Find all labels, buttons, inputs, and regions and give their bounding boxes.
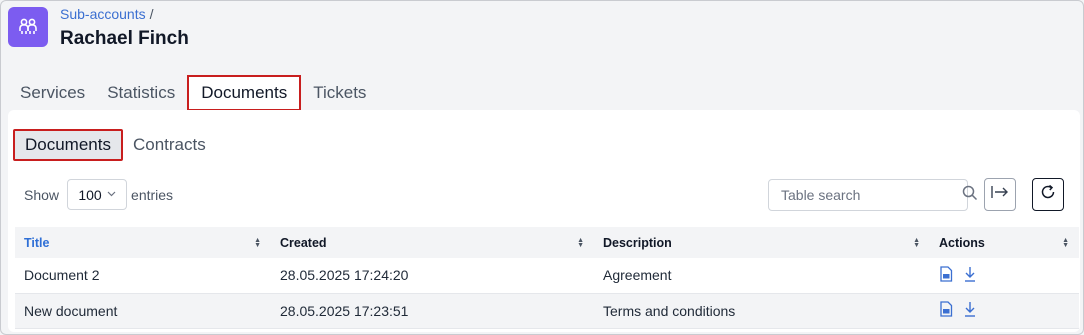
column-header-title-label: Title xyxy=(24,235,50,250)
cell-description: Terms and conditions xyxy=(603,302,736,319)
window: Sub-accounts / Rachael Finch Services Sta… xyxy=(0,0,1084,335)
breadcrumb-separator: / xyxy=(149,6,154,22)
page-title: Rachael Finch xyxy=(60,28,189,49)
table-header-row: Title ▲ ▼ Created ▲ ▼ Description ▲ ▼ Actio… xyxy=(15,227,1079,258)
documents-table: Title ▲ ▼ Created ▲ ▼ Description ▲ ▼ Actio… xyxy=(15,227,1079,329)
column-header-description[interactable]: Description ▲ ▼ xyxy=(594,227,930,258)
column-header-actions[interactable]: Actions ▲ ▼ xyxy=(930,227,1079,258)
breadcrumb: Sub-accounts / xyxy=(60,6,189,22)
cell-description: Agreement xyxy=(603,267,672,284)
download-icon[interactable] xyxy=(963,266,977,285)
column-header-description-label: Description xyxy=(603,235,672,250)
documents-panel: Documents Contracts Show 100 entries Tab… xyxy=(8,110,1080,332)
export-icon xyxy=(990,184,1010,205)
sub-accounts-icon xyxy=(8,7,48,47)
entries-label: entries xyxy=(131,186,174,203)
cell-created: 28.05.2025 17:24:20 xyxy=(280,267,409,284)
show-label: Show xyxy=(24,186,60,203)
sort-icon: ▲ ▼ xyxy=(577,236,584,249)
table-row: New document 28.05.2025 17:23:51 Terms a… xyxy=(15,293,1079,328)
tab-tickets[interactable]: Tickets xyxy=(302,75,377,111)
column-header-created-label: Created xyxy=(280,235,327,250)
sub-tabs: Documents Contracts xyxy=(13,129,216,161)
refresh-button[interactable] xyxy=(1032,178,1064,211)
tab-statistics[interactable]: Statistics xyxy=(96,75,186,111)
entries-control: Show 100 entries xyxy=(24,179,173,210)
sort-icon: ▲ ▼ xyxy=(254,236,261,249)
column-header-title[interactable]: Title ▲ ▼ xyxy=(15,227,271,258)
export-button[interactable] xyxy=(984,178,1016,211)
sort-icon: ▲ ▼ xyxy=(913,236,920,249)
subtab-contracts[interactable]: Contracts xyxy=(123,129,216,161)
entries-select-value: 100 xyxy=(78,186,102,203)
table-search-input[interactable] xyxy=(781,187,962,203)
cell-created: 28.05.2025 17:23:51 xyxy=(280,302,409,319)
cell-title: Document 2 xyxy=(24,267,100,284)
cell-actions xyxy=(930,293,1079,328)
tab-services[interactable]: Services xyxy=(9,75,96,111)
table-row: Document 2 28.05.2025 17:24:20 Agreement xyxy=(15,258,1079,293)
search-icon[interactable] xyxy=(962,185,978,206)
sort-icon: ▲ ▼ xyxy=(1062,236,1069,249)
chevron-down-icon xyxy=(107,189,116,200)
download-icon[interactable] xyxy=(963,301,977,320)
table-search xyxy=(768,179,978,211)
subtab-documents[interactable]: Documents xyxy=(13,129,123,161)
main-tabs: Services Statistics Documents Tickets xyxy=(9,75,377,111)
column-header-created[interactable]: Created ▲ ▼ xyxy=(271,227,594,258)
preview-document-icon[interactable] xyxy=(939,301,953,320)
breadcrumb-sub-accounts-link[interactable]: Sub-accounts xyxy=(60,6,146,22)
refresh-icon xyxy=(1039,183,1057,206)
tab-documents[interactable]: Documents xyxy=(187,75,302,111)
preview-document-icon[interactable] xyxy=(939,266,953,285)
cell-title: New document xyxy=(24,302,118,319)
cell-actions xyxy=(930,258,1079,293)
page-header: Sub-accounts / Rachael Finch xyxy=(8,6,189,57)
entries-select[interactable]: 100 xyxy=(67,179,128,210)
column-header-actions-label: Actions xyxy=(939,235,985,250)
